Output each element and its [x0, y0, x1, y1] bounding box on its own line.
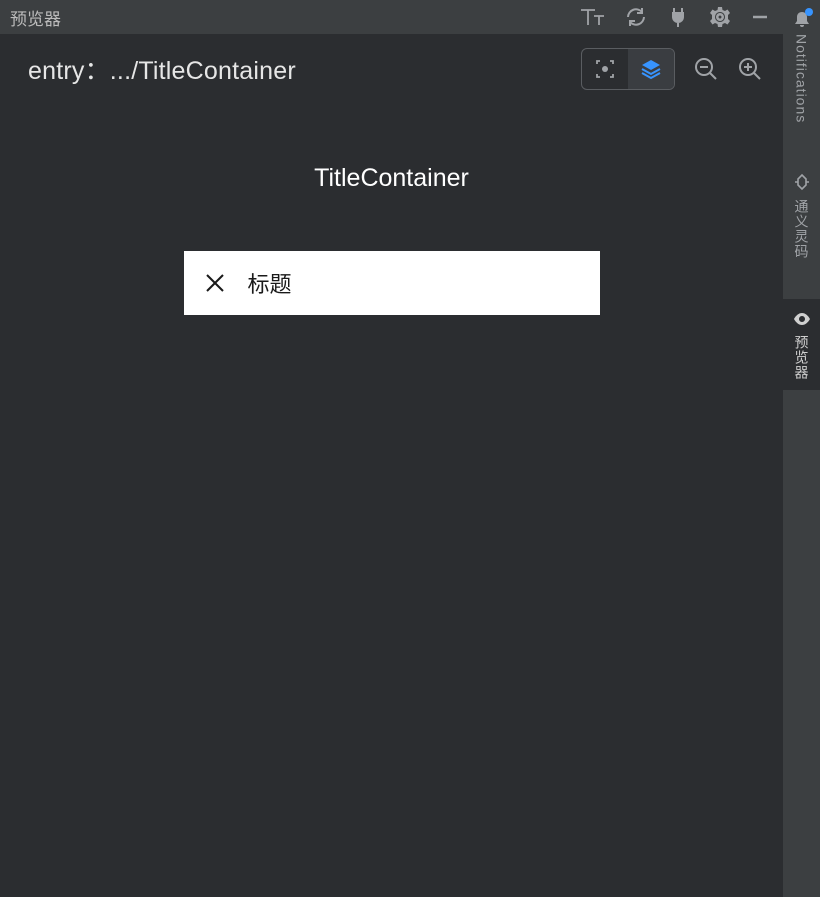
view-toggle-group	[581, 48, 675, 90]
zoom-controls	[693, 56, 763, 82]
bell-icon	[793, 10, 811, 28]
sidebar-item-lingma[interactable]: 通义灵码	[783, 163, 820, 269]
refresh-icon[interactable]	[625, 6, 647, 28]
inspect-mode-button[interactable]	[582, 49, 628, 89]
title-text: 标题	[248, 267, 292, 299]
sidebar-item-notifications[interactable]: Notifications	[783, 0, 820, 133]
preview-area: TitleContainer 标题	[0, 104, 783, 897]
main-panel: 预览器	[0, 0, 783, 897]
sidebar-label-previewer: 预览器	[792, 335, 812, 380]
layers-mode-button[interactable]	[628, 49, 674, 89]
breadcrumb: entry：.../TitleContainer	[28, 51, 296, 87]
minimize-icon[interactable]	[751, 8, 769, 26]
ai-assistant-icon	[792, 173, 812, 193]
sidebar-label-notifications: Notifications	[794, 34, 810, 123]
inspect-icon	[593, 57, 617, 81]
zoom-out-icon[interactable]	[693, 56, 719, 82]
eye-icon	[792, 309, 812, 329]
sub-header: entry：.../TitleContainer	[0, 34, 783, 104]
text-size-icon[interactable]	[579, 7, 605, 27]
plug-icon[interactable]	[667, 6, 689, 28]
zoom-in-icon[interactable]	[737, 56, 763, 82]
title-bar-actions	[579, 6, 775, 28]
title-bar: 预览器	[0, 0, 783, 34]
sidebar-item-previewer[interactable]: 预览器	[783, 299, 820, 390]
notification-badge	[805, 8, 813, 16]
panel-title: 预览器	[8, 5, 61, 30]
close-icon[interactable]	[204, 272, 226, 294]
component-name-label: TitleContainer	[314, 164, 469, 193]
sidebar-label-lingma: 通义灵码	[792, 199, 812, 259]
title-container-preview: 标题	[184, 251, 600, 315]
gear-icon[interactable]	[709, 6, 731, 28]
layers-icon	[639, 57, 663, 81]
right-sidebar: Notifications 通义灵码 预览器	[783, 0, 820, 897]
sub-header-actions	[581, 48, 763, 90]
